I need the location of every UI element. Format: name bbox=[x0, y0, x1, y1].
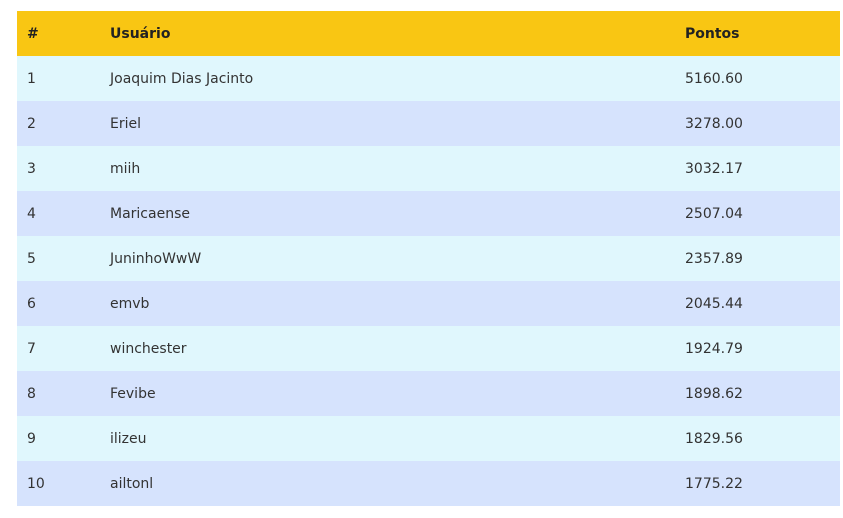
table-row: 1 Joaquim Dias Jacinto 5160.60 bbox=[17, 56, 840, 101]
row-points: 3278.00 bbox=[685, 115, 743, 132]
table-row: 4 Maricaense 2507.04 bbox=[17, 191, 840, 236]
row-rank: 1 bbox=[27, 70, 36, 87]
header-rank: # bbox=[27, 25, 39, 42]
row-user: Maricaense bbox=[110, 205, 190, 222]
table-row: 9 ilizeu 1829.56 bbox=[17, 416, 840, 461]
row-user: miih bbox=[110, 160, 141, 177]
row-user: JuninhoWwW bbox=[110, 250, 202, 267]
row-rank: 4 bbox=[27, 205, 36, 222]
row-rank: 9 bbox=[27, 430, 36, 447]
row-rank: 6 bbox=[27, 295, 36, 312]
table-header: # Usuário Pontos bbox=[17, 11, 840, 56]
table-row: 2 Eriel 3278.00 bbox=[17, 101, 840, 146]
row-points: 3032.17 bbox=[685, 160, 743, 177]
row-points: 1898.62 bbox=[685, 385, 743, 402]
row-rank: 3 bbox=[27, 160, 36, 177]
header-user: Usuário bbox=[110, 25, 171, 42]
row-points: 1924.79 bbox=[685, 340, 743, 357]
row-points: 2507.04 bbox=[685, 205, 743, 222]
row-rank: 5 bbox=[27, 250, 36, 267]
row-points: 1829.56 bbox=[685, 430, 743, 447]
row-rank: 7 bbox=[27, 340, 36, 357]
table-row: 7 winchester 1924.79 bbox=[17, 326, 840, 371]
row-user: winchester bbox=[110, 340, 187, 357]
row-user: ailtonl bbox=[110, 475, 154, 492]
row-user: emvb bbox=[110, 295, 150, 312]
table-row: 3 miih 3032.17 bbox=[17, 146, 840, 191]
header-points: Pontos bbox=[685, 25, 740, 42]
row-user: ilizeu bbox=[110, 430, 147, 447]
row-rank: 2 bbox=[27, 115, 36, 132]
table-row: 10 ailtonl 1775.22 bbox=[17, 461, 840, 506]
row-points: 2045.44 bbox=[685, 295, 743, 312]
table-row: 8 Fevibe 1898.62 bbox=[17, 371, 840, 416]
table-row: 6 emvb 2045.44 bbox=[17, 281, 840, 326]
row-points: 5160.60 bbox=[685, 70, 743, 87]
table-row: 5 JuninhoWwW 2357.89 bbox=[17, 236, 840, 281]
row-user: Fevibe bbox=[110, 385, 156, 402]
row-points: 1775.22 bbox=[685, 475, 743, 492]
row-user: Joaquim Dias Jacinto bbox=[110, 70, 254, 87]
row-points: 2357.89 bbox=[685, 250, 743, 267]
ranking-table: # Usuário Pontos 1 Joaquim Dias Jacinto … bbox=[17, 11, 840, 506]
row-rank: 10 bbox=[27, 475, 45, 492]
row-rank: 8 bbox=[27, 385, 36, 402]
row-user: Eriel bbox=[110, 115, 141, 132]
